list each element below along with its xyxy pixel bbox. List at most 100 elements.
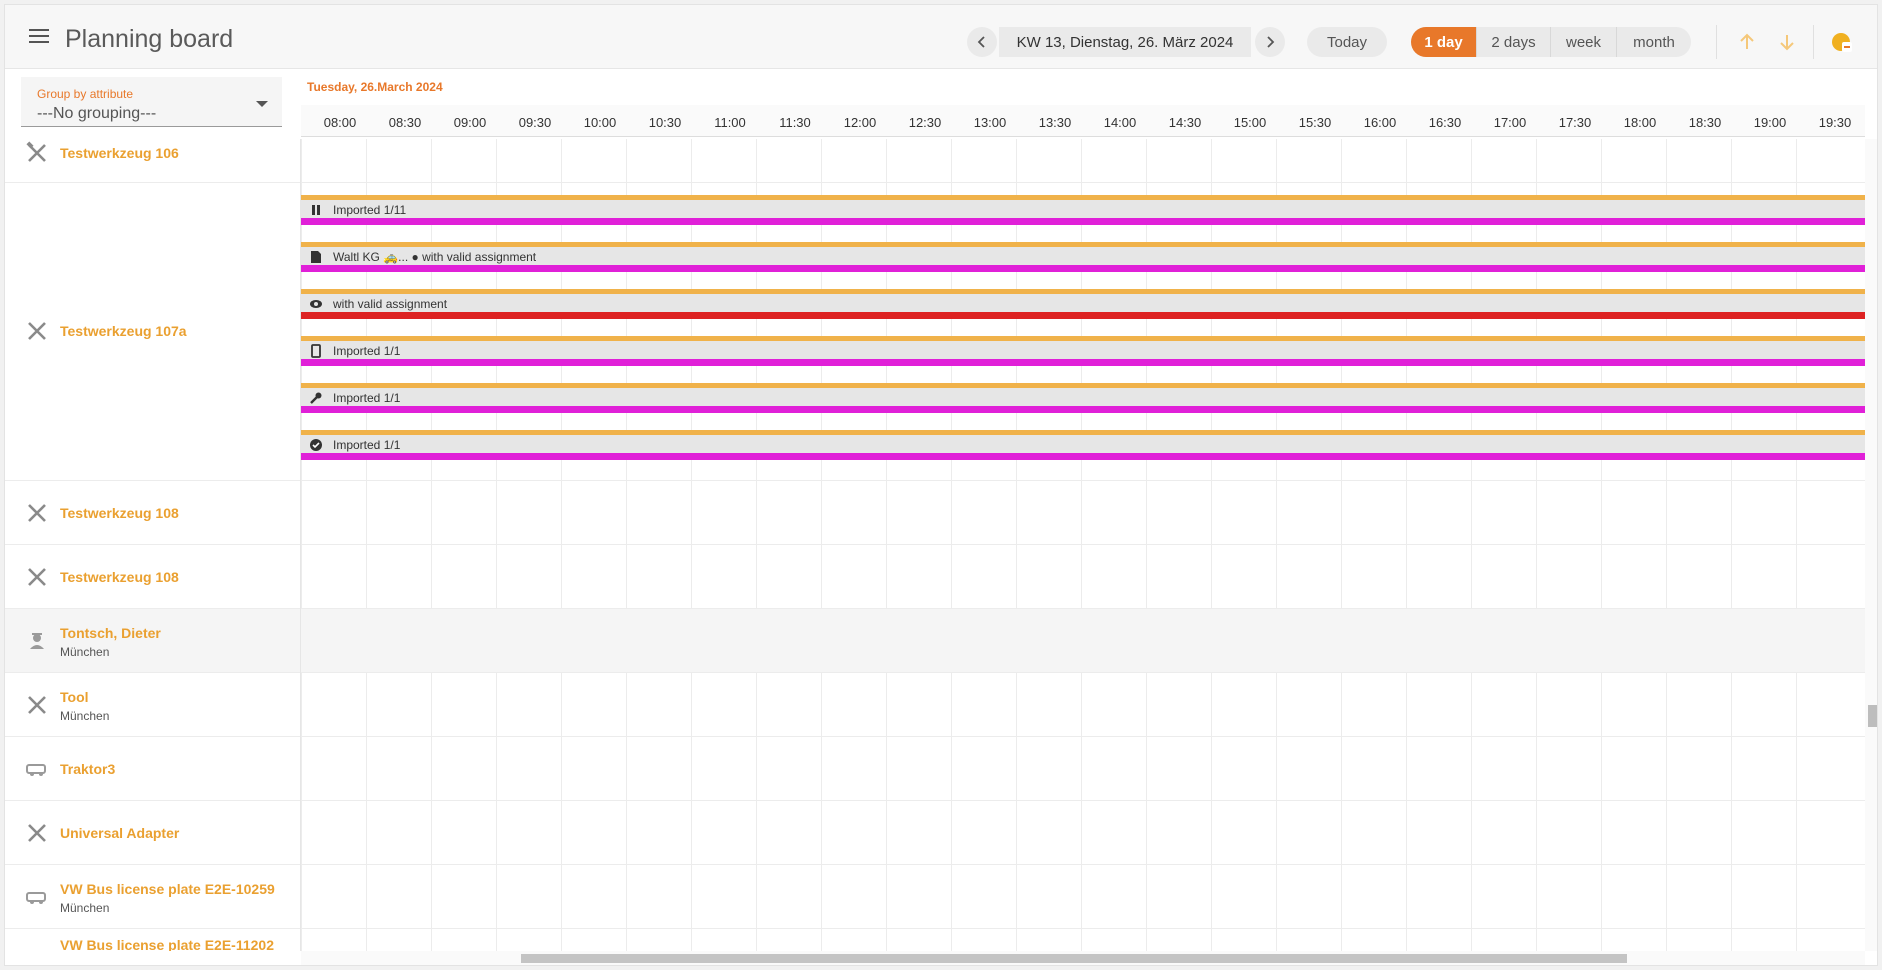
top-bar: Planning board KW 13, Dienstag, 26. März…	[5, 5, 1877, 69]
chevron-right-icon	[1267, 36, 1275, 48]
time-tick: 11:30	[779, 115, 811, 130]
phone-icon	[311, 344, 321, 358]
arrow-up-icon[interactable]	[1736, 31, 1758, 53]
resource-row[interactable]: Traktor3	[5, 737, 300, 801]
resource-location: München	[60, 709, 110, 723]
resource-row[interactable]: VW Bus license plate E2E-11202	[5, 929, 300, 951]
resource-location: München	[60, 645, 110, 659]
vehicle-icon	[26, 764, 46, 776]
horizontal-scrollbar[interactable]	[301, 951, 1865, 965]
time-tick: 17:00	[1493, 115, 1527, 130]
vertical-scrollbar[interactable]	[1865, 139, 1877, 951]
vehicle-icon	[26, 892, 46, 904]
booking-bar[interactable]: with valid assignment	[301, 289, 1865, 319]
time-axis: 08:00 08:30 09:00 09:30 10:00 10:30 11:00 11:30…	[301, 105, 1865, 137]
resource-row[interactable]: Testwerkzeug 106	[5, 139, 300, 183]
booking-bar[interactable]: Imported 1/11	[301, 195, 1865, 225]
time-tick: 17:30	[1558, 115, 1592, 130]
previous-day-button[interactable]	[967, 27, 997, 57]
resource-name[interactable]: VW Bus license plate E2E-11202	[60, 937, 274, 951]
resource-row[interactable]: Universal Adapter	[5, 801, 300, 865]
today-button[interactable]: Today	[1307, 27, 1387, 57]
time-tick: 14:00	[1103, 115, 1137, 130]
booking-bar[interactable]: Imported 1/1	[301, 383, 1865, 413]
resource-name[interactable]: Testwerkzeug 108	[60, 505, 179, 521]
time-tick: 08:30	[388, 115, 422, 130]
view-week-button[interactable]: week	[1551, 27, 1617, 57]
view-month-button[interactable]: month	[1617, 27, 1691, 57]
resource-row[interactable]: Tool München	[5, 673, 300, 737]
divider	[1716, 25, 1717, 59]
time-tick: 14:30	[1168, 115, 1202, 130]
time-tick: 15:30	[1298, 115, 1332, 130]
resource-row[interactable]: Testwerkzeug 107a	[5, 183, 300, 481]
time-tick: 13:30	[1038, 115, 1072, 130]
grid-row	[301, 481, 1865, 545]
schedule-grid[interactable]: Imported 1/11 Waltl KG 🚕... ● with valid…	[301, 139, 1865, 951]
booking-bar[interactable]: Imported 1/1	[301, 430, 1865, 460]
time-tick: 10:30	[648, 115, 682, 130]
resource-name[interactable]: Testwerkzeug 108	[60, 569, 179, 585]
time-tick: 11:00	[714, 115, 746, 130]
time-tick: 18:00	[1623, 115, 1657, 130]
booking-label: Imported 1/1	[333, 344, 401, 358]
grid-row	[301, 139, 1865, 183]
resource-name[interactable]: Traktor3	[60, 761, 115, 777]
pause-icon	[312, 205, 320, 215]
current-date-display[interactable]: KW 13, Dienstag, 26. März 2024	[999, 27, 1251, 57]
resource-name[interactable]: Universal Adapter	[60, 825, 179, 841]
view-1-day-button[interactable]: 1 day	[1411, 27, 1477, 57]
resource-name[interactable]: Testwerkzeug 106	[60, 145, 179, 161]
time-tick: 09:00	[453, 115, 487, 130]
time-tick: 09:30	[518, 115, 552, 130]
booking-label: Imported 1/1	[333, 438, 401, 452]
booking-bar[interactable]: Waltl KG 🚕... ● with valid assignment	[301, 242, 1865, 272]
resource-name[interactable]: Tool	[60, 689, 89, 705]
tool-icon	[28, 568, 46, 586]
eye-icon	[310, 300, 322, 308]
tool-icon	[28, 504, 46, 522]
booking-label: with valid assignment	[333, 297, 448, 311]
resource-row[interactable]: Tontsch, Dieter München	[5, 609, 300, 673]
booking-label: Imported 1/1	[333, 391, 401, 405]
resource-name[interactable]: Testwerkzeug 107a	[60, 323, 187, 339]
grid-row	[301, 865, 1865, 929]
divider	[1813, 25, 1814, 59]
time-tick: 16:00	[1363, 115, 1397, 130]
next-day-button[interactable]	[1255, 27, 1285, 57]
time-tick: 08:00	[323, 115, 357, 130]
resource-row[interactable]: VW Bus license plate E2E-10259 München	[5, 865, 300, 929]
view-mode-toggle: 1 day 2 days week month	[1411, 27, 1691, 57]
time-tick: 18:30	[1688, 115, 1722, 130]
wrench-icon	[310, 392, 322, 404]
booking-label: Waltl KG 🚕... ● with valid assignment	[333, 250, 537, 264]
resource-location: München	[60, 901, 110, 915]
resource-row[interactable]: Testwerkzeug 108	[5, 545, 300, 609]
view-2-days-button[interactable]: 2 days	[1477, 27, 1551, 57]
time-tick: 13:00	[973, 115, 1007, 130]
chevron-left-icon	[977, 36, 985, 48]
document-icon	[311, 251, 321, 263]
vertical-scroll-thumb[interactable]	[1868, 705, 1877, 727]
planning-board-app: Planning board KW 13, Dienstag, 26. März…	[4, 4, 1878, 966]
time-tick: 15:00	[1233, 115, 1267, 130]
time-tick: 19:00	[1753, 115, 1787, 130]
grid-row	[301, 609, 1865, 673]
resource-name[interactable]: Tontsch, Dieter	[60, 625, 161, 641]
time-tick: 16:30	[1428, 115, 1462, 130]
arrow-down-icon[interactable]	[1776, 31, 1798, 53]
group-by-value: ---No grouping---	[37, 105, 157, 122]
time-tick: 12:30	[908, 115, 942, 130]
booking-label: Imported 1/11	[333, 203, 407, 217]
horizontal-scroll-thumb[interactable]	[521, 954, 1627, 963]
booking-bar[interactable]: Imported 1/1	[301, 336, 1865, 366]
worker-icon	[30, 633, 44, 649]
group-by-label: Group by attribute	[37, 87, 134, 101]
user-status-icon[interactable]	[1831, 31, 1853, 53]
group-by-select[interactable]: Group by attribute ---No grouping---	[21, 77, 282, 127]
resource-row[interactable]: Testwerkzeug 108	[5, 481, 300, 545]
resource-name[interactable]: VW Bus license plate E2E-10259	[60, 881, 275, 897]
grid-row	[301, 673, 1865, 737]
menu-icon[interactable]	[29, 29, 49, 45]
grid-row	[301, 737, 1865, 801]
